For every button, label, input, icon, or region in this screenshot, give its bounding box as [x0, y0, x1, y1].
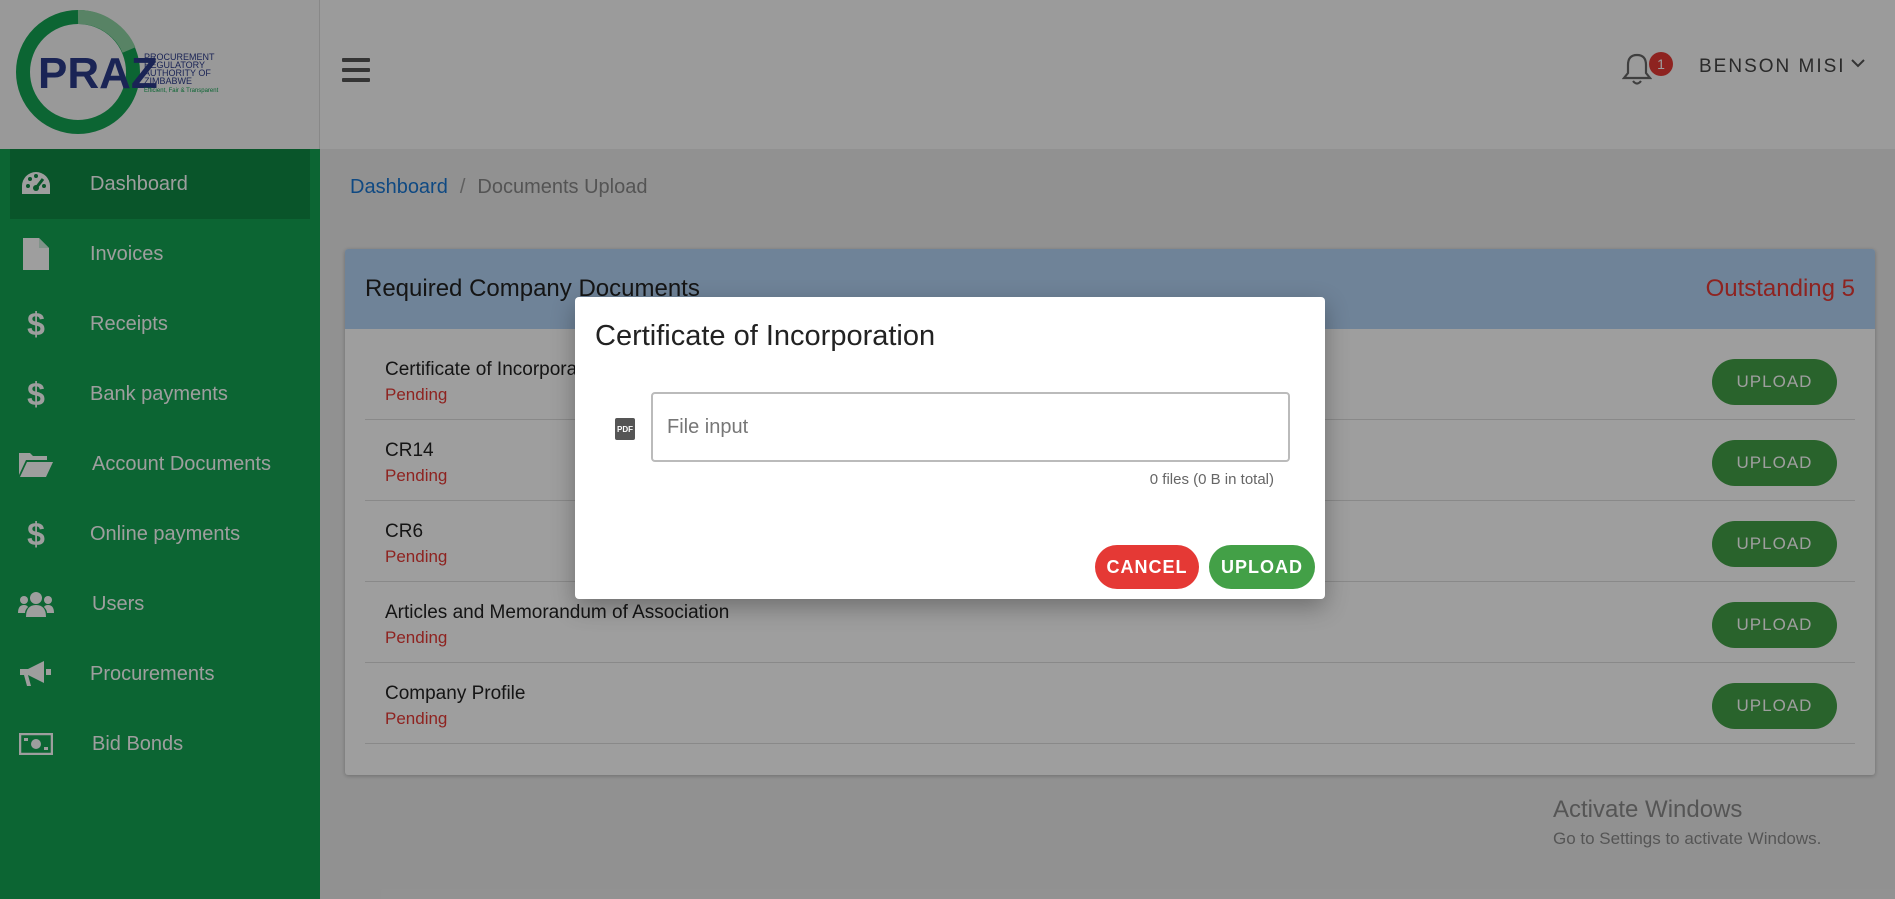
modal-upload-button[interactable]: UPLOAD: [1209, 545, 1315, 589]
pdf-file-icon: PDF: [615, 418, 635, 440]
cancel-button[interactable]: CANCEL: [1095, 545, 1199, 589]
file-count-text: 0 files (0 B in total): [1149, 471, 1274, 488]
upload-modal: Certificate of Incorporation PDF File in…: [575, 297, 1325, 599]
file-input[interactable]: File input: [651, 392, 1290, 462]
modal-title: Certificate of Incorporation: [595, 320, 936, 352]
